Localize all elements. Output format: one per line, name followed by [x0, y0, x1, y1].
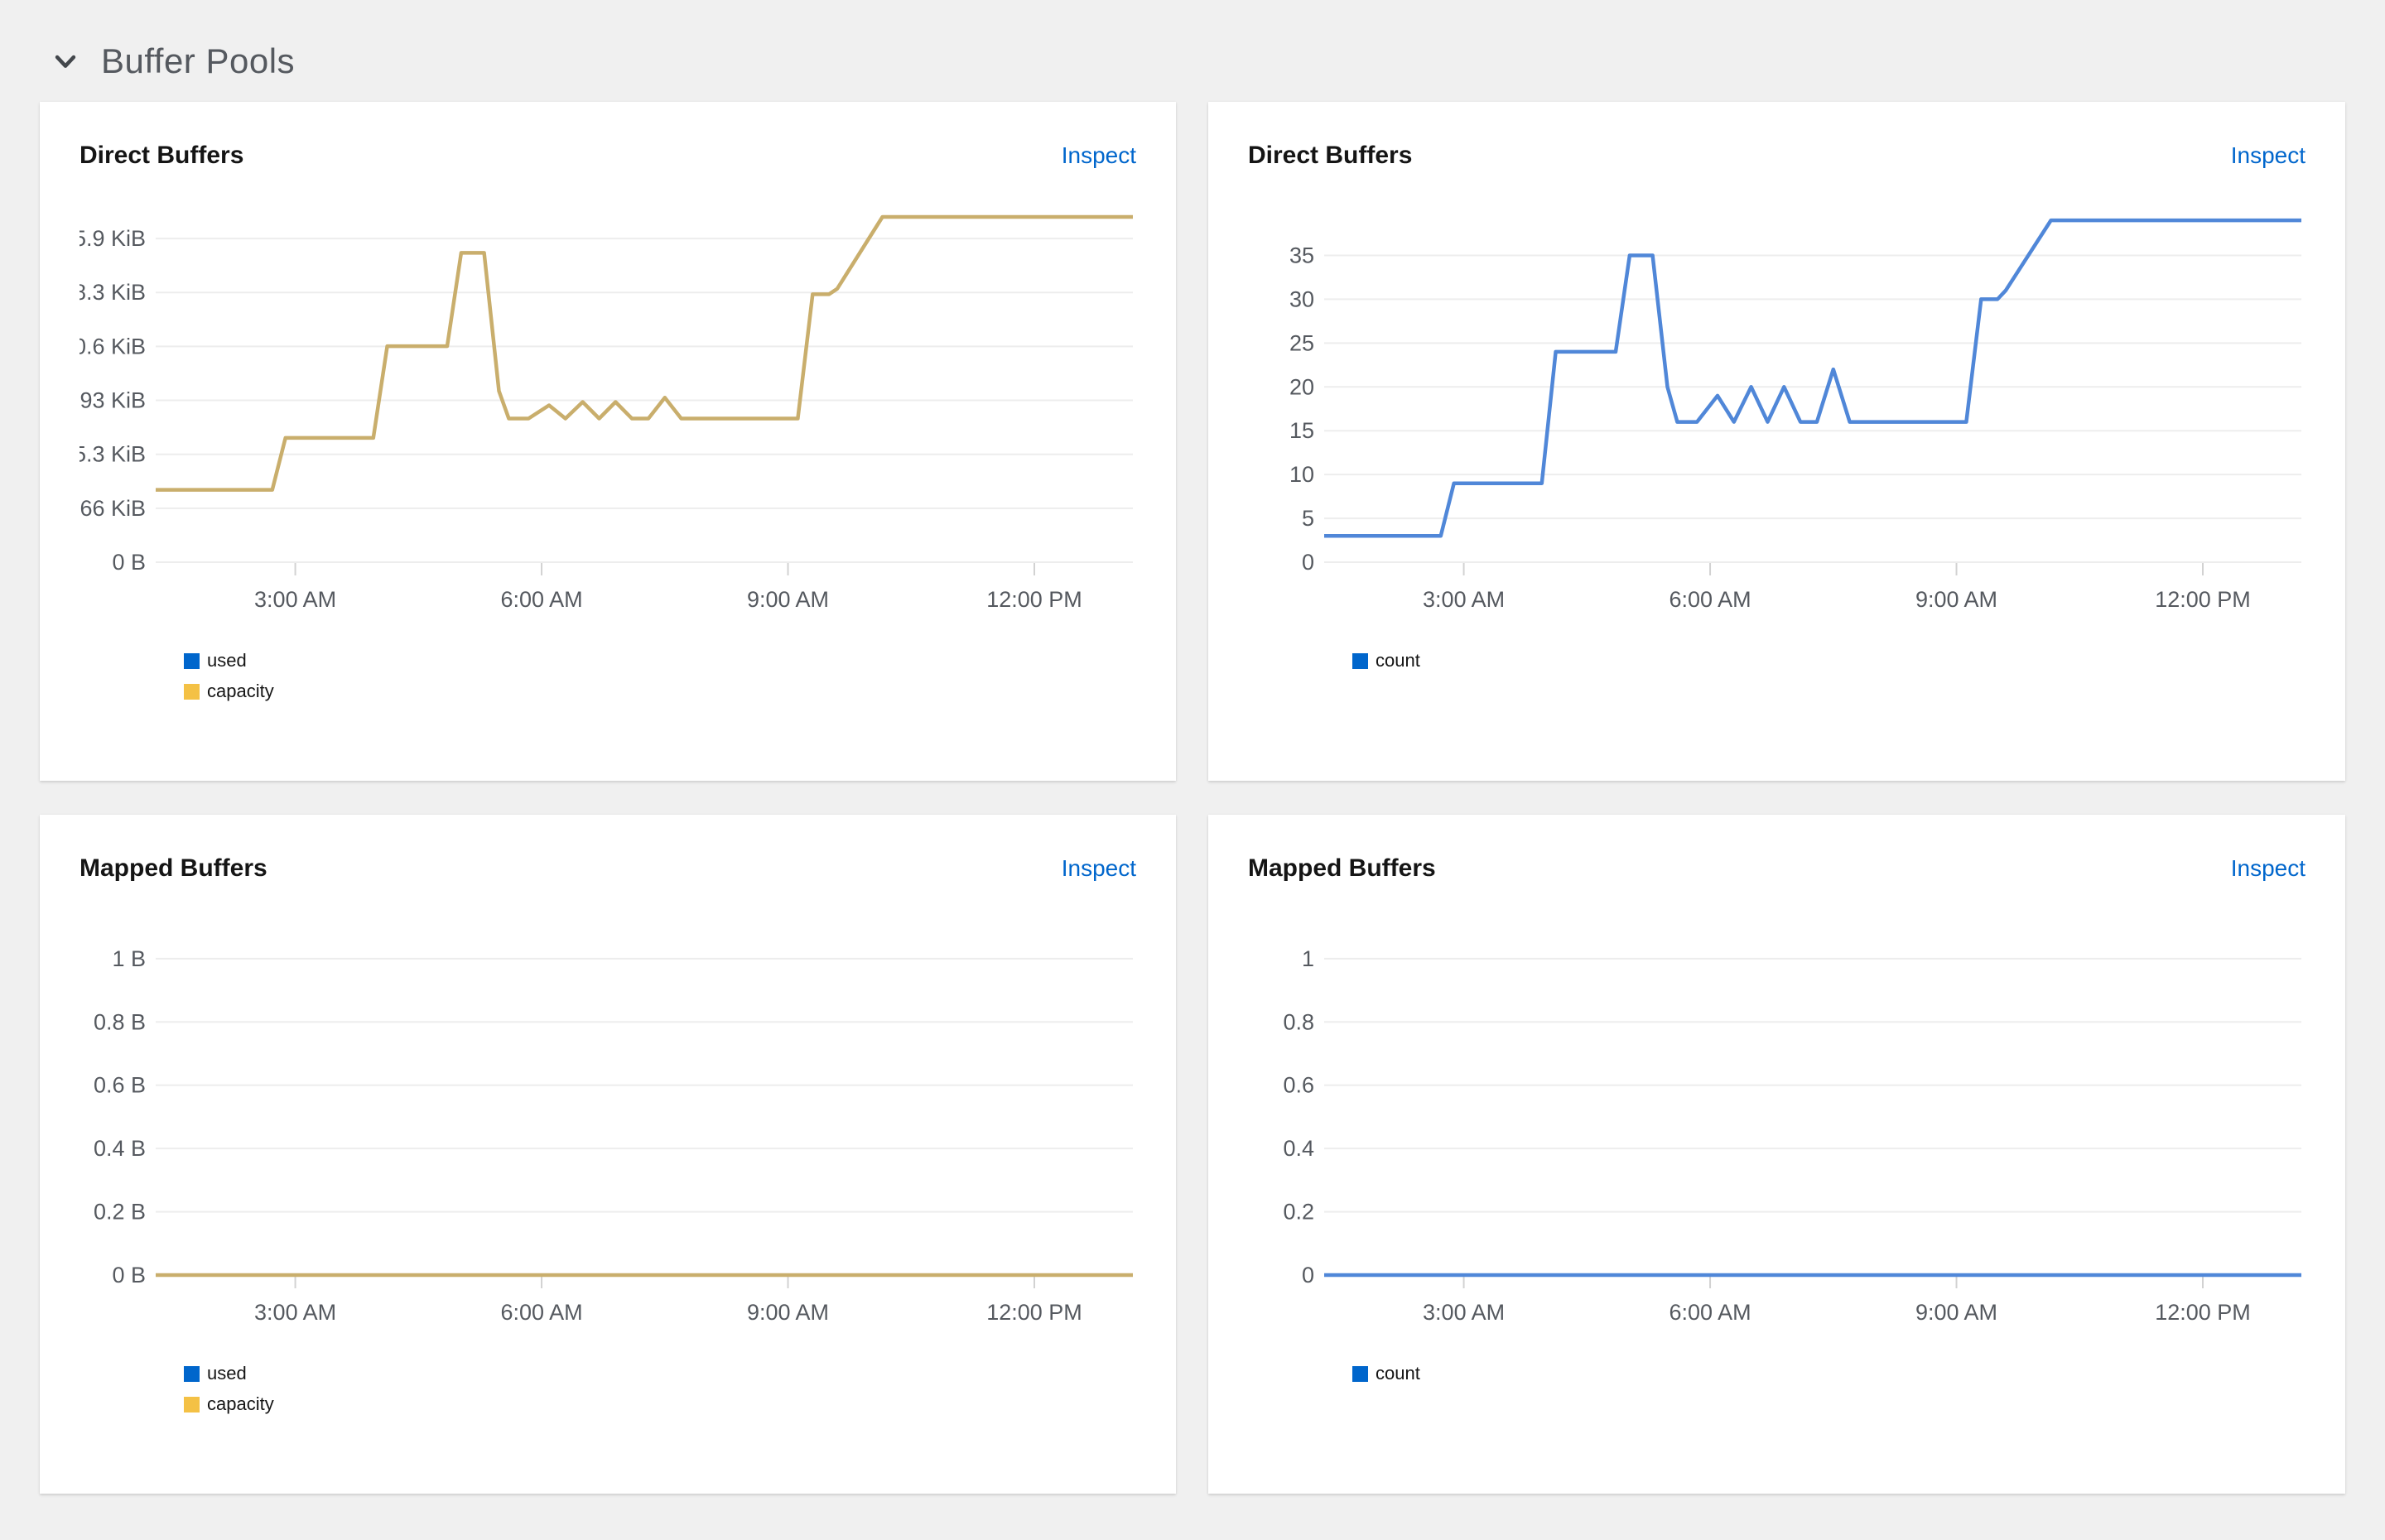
svg-text:0.4 B: 0.4 B: [94, 1136, 146, 1161]
svg-text:1 B: 1 B: [112, 946, 146, 971]
legend-item-used: used: [184, 650, 1136, 671]
card-direct-buffers-bytes: Direct Buffers Inspect 0 B 97.66 KiB 195.3…: [40, 102, 1176, 781]
svg-text:6:00 AM: 6:00 AM: [501, 1300, 583, 1325]
svg-text:488.3 KiB: 488.3 KiB: [80, 280, 146, 305]
svg-text:0.8 B: 0.8 B: [94, 1009, 146, 1034]
mapped-buffers-bytes-chart: 0 B 0.2 B 0.4 B 0.6 B 0.8 B 1 B 3:00 AM 6:00 AM…: [80, 911, 1136, 1335]
legend-item-capacity: capacity: [184, 681, 1136, 702]
card-header: Direct Buffers Inspect: [1248, 142, 2306, 175]
svg-text:9:00 AM: 9:00 AM: [747, 587, 829, 612]
buffer-pools-grid: Direct Buffers Inspect 0 B 97.66 KiB 195.3…: [40, 102, 2345, 1494]
count-swatch: [1352, 653, 1368, 669]
used-swatch: [184, 653, 200, 669]
direct-buffers-bytes-chart: 0 B 97.66 KiB 195.3 KiB 293 KiB 390.6 KiB 488…: [80, 198, 1136, 622]
svg-text:12:00 PM: 12:00 PM: [2155, 587, 2251, 612]
card-header: Mapped Buffers Inspect: [1248, 854, 2306, 888]
svg-text:0: 0: [1302, 1263, 1314, 1287]
direct-buffers-count-chart: 0 5 10 15 20 25 30 35 3:00 AM 6:00 AM 9:00 AM 12:00…: [1248, 198, 2305, 622]
inspect-link[interactable]: Inspect: [1062, 142, 1136, 169]
svg-text:3:00 AM: 3:00 AM: [1423, 587, 1505, 612]
svg-text:195.3 KiB: 195.3 KiB: [80, 442, 146, 467]
chevron-down-icon: [51, 47, 80, 75]
card-title: Mapped Buffers: [1248, 854, 1436, 883]
card-title: Mapped Buffers: [80, 854, 267, 883]
capacity-swatch: [184, 684, 200, 700]
legend-label: capacity: [207, 681, 274, 702]
card-header: Mapped Buffers Inspect: [80, 854, 1136, 888]
card-title: Direct Buffers: [80, 142, 243, 170]
count-swatch: [1352, 1366, 1368, 1382]
svg-text:0 B: 0 B: [112, 1263, 146, 1287]
capacity-swatch: [184, 1397, 200, 1412]
chart-legend: count: [1352, 1363, 2306, 1384]
svg-text:0: 0: [1302, 550, 1314, 575]
legend-label: count: [1376, 650, 1420, 671]
svg-text:9:00 AM: 9:00 AM: [1915, 587, 1997, 612]
legend-item-capacity: capacity: [184, 1393, 1136, 1415]
svg-text:0.6 B: 0.6 B: [94, 1073, 146, 1098]
inspect-link[interactable]: Inspect: [2231, 855, 2306, 882]
svg-text:35: 35: [1289, 243, 1314, 267]
svg-text:585.9 KiB: 585.9 KiB: [80, 226, 146, 251]
svg-text:25: 25: [1289, 330, 1314, 355]
svg-text:6:00 AM: 6:00 AM: [1670, 587, 1751, 612]
legend-label: used: [207, 1363, 247, 1384]
card-direct-buffers-count: Direct Buffers Inspect 0 5 10 15 20 25 30 35 3:0…: [1208, 102, 2345, 781]
chart-legend: used capacity: [184, 1363, 1136, 1415]
svg-text:12:00 PM: 12:00 PM: [986, 587, 1082, 612]
svg-text:293 KiB: 293 KiB: [80, 388, 146, 413]
buffer-pools-section-toggle[interactable]: Buffer Pools: [0, 0, 2385, 89]
card-mapped-buffers-count: Mapped Buffers Inspect 0 0.2 0.4 0.6 0.8 1 3:0…: [1208, 815, 2345, 1494]
card-mapped-buffers-bytes: Mapped Buffers Inspect 0 B 0.2 B 0.4 B 0.6 …: [40, 815, 1176, 1494]
inspect-link[interactable]: Inspect: [1062, 855, 1136, 882]
svg-text:6:00 AM: 6:00 AM: [501, 587, 583, 612]
chart-legend: count: [1352, 650, 2306, 671]
svg-text:0.8: 0.8: [1283, 1009, 1314, 1034]
legend-item-used: used: [184, 1363, 1136, 1384]
legend-label: capacity: [207, 1393, 274, 1415]
svg-text:30: 30: [1289, 286, 1314, 311]
card-header: Direct Buffers Inspect: [80, 142, 1136, 175]
svg-text:10: 10: [1289, 462, 1314, 487]
svg-text:0.4: 0.4: [1283, 1136, 1314, 1161]
svg-text:12:00 PM: 12:00 PM: [2155, 1300, 2251, 1325]
section-title: Buffer Pools: [101, 41, 295, 81]
mapped-buffers-count-chart: 0 0.2 0.4 0.6 0.8 1 3:00 AM 6:00 AM 9:00 AM 12:00…: [1248, 911, 2305, 1335]
svg-text:3:00 AM: 3:00 AM: [1423, 1300, 1505, 1325]
used-swatch: [184, 1366, 200, 1382]
svg-text:97.66 KiB: 97.66 KiB: [80, 496, 146, 521]
svg-text:1: 1: [1302, 946, 1314, 971]
svg-text:9:00 AM: 9:00 AM: [1915, 1300, 1997, 1325]
svg-text:0.2 B: 0.2 B: [94, 1200, 146, 1225]
card-title: Direct Buffers: [1248, 142, 1412, 170]
dashboard-page: Buffer Pools Direct Buffers Inspect 0 B 9…: [0, 0, 2385, 1540]
chart-legend: used capacity: [184, 650, 1136, 702]
svg-text:15: 15: [1289, 418, 1314, 443]
svg-text:3:00 AM: 3:00 AM: [254, 587, 336, 612]
legend-item-count: count: [1352, 1363, 2306, 1384]
svg-text:12:00 PM: 12:00 PM: [986, 1300, 1082, 1325]
svg-text:0.6: 0.6: [1283, 1073, 1314, 1098]
svg-text:6:00 AM: 6:00 AM: [1670, 1300, 1751, 1325]
legend-label: count: [1376, 1363, 1420, 1384]
inspect-link[interactable]: Inspect: [2231, 142, 2306, 169]
svg-text:20: 20: [1289, 374, 1314, 399]
legend-item-count: count: [1352, 650, 2306, 671]
svg-text:9:00 AM: 9:00 AM: [747, 1300, 829, 1325]
svg-text:390.6 KiB: 390.6 KiB: [80, 334, 146, 359]
legend-label: used: [207, 650, 247, 671]
svg-text:5: 5: [1302, 506, 1314, 531]
svg-text:3:00 AM: 3:00 AM: [254, 1300, 336, 1325]
svg-text:0 B: 0 B: [112, 550, 146, 575]
svg-text:0.2: 0.2: [1283, 1200, 1314, 1225]
